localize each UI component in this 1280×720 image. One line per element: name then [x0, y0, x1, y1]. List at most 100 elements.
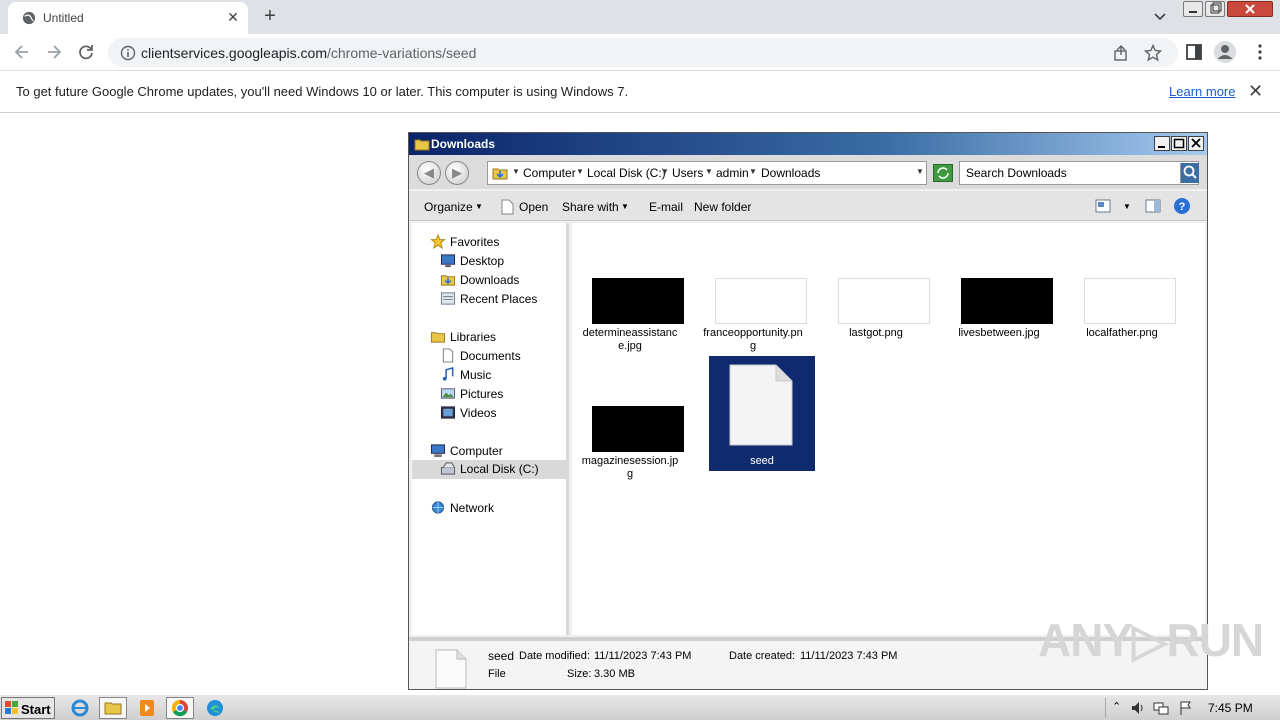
infobar-close-icon[interactable]: ✕: [1248, 81, 1264, 101]
downloads-folder-icon: [492, 168, 508, 180]
chevron-down-icon[interactable]: ▼: [621, 202, 629, 211]
file-item[interactable]: livesbetween.jpg: [949, 275, 1053, 389]
breadcrumb-separator[interactable]: ▼: [705, 167, 713, 176]
file-item[interactable]: magazinesession.jpg: [580, 403, 684, 517]
explorer-close-button[interactable]: [1188, 136, 1204, 151]
documents-icon: [442, 348, 454, 363]
restore-icon: [1210, 2, 1222, 14]
breadcrumb-users[interactable]: Users: [672, 166, 703, 180]
file-name: franceopportunity.png: [703, 327, 803, 352]
address-bar[interactable]: clientservices.googleapis.com/chrome-var…: [108, 38, 1178, 67]
browser-tab[interactable]: Untitled ✕: [8, 2, 248, 34]
system-clock[interactable]: 7:45 PM: [1208, 701, 1253, 715]
email-button[interactable]: E-mail: [649, 200, 683, 214]
explorer-minimize-button[interactable]: [1154, 136, 1170, 151]
taskbar-ie[interactable]: [66, 697, 94, 719]
help-icon[interactable]: ?: [1173, 197, 1191, 215]
learn-more-link[interactable]: Learn more: [1169, 84, 1235, 99]
show-hidden-icons[interactable]: ⌃: [1112, 700, 1121, 713]
image-thumbnail: [715, 278, 807, 324]
explorer-back-button[interactable]: ◀: [417, 161, 441, 185]
close-window-button[interactable]: [1227, 1, 1273, 17]
videos-icon: [440, 406, 456, 419]
explorer-titlebar[interactable]: Downloads: [409, 133, 1207, 155]
menu-kebab-icon[interactable]: [1250, 42, 1270, 62]
explorer-maximize-button[interactable]: [1171, 136, 1187, 151]
file-name: localfather.png: [1086, 327, 1158, 339]
ie-icon: [71, 699, 89, 717]
search-button[interactable]: [1180, 163, 1199, 183]
back-arrow-icon[interactable]: [12, 42, 32, 62]
tab-close-icon[interactable]: ✕: [226, 9, 240, 25]
bookmark-star-icon[interactable]: [1144, 44, 1162, 62]
nav-pictures-label: Pictures: [460, 387, 504, 401]
minimize-button[interactable]: [1183, 1, 1203, 17]
chevron-down-icon[interactable]: ▼: [1123, 202, 1131, 211]
file-item[interactable]: determineassistance.jpg: [580, 275, 684, 389]
share-with-menu[interactable]: Share with: [562, 200, 619, 214]
file-name: determineassistance.jpg: [582, 327, 678, 352]
share-icon[interactable]: [1112, 44, 1130, 62]
svg-text:?: ?: [1179, 201, 1186, 213]
breadcrumb-downloads[interactable]: Downloads: [761, 166, 820, 180]
file-item-seed[interactable]: seed: [709, 356, 815, 471]
new-tab-button[interactable]: +: [260, 5, 280, 27]
breadcrumb-separator[interactable]: ▼: [576, 167, 584, 176]
action-center-flag-icon[interactable]: [1178, 700, 1194, 716]
details-file-name: seed: [488, 649, 515, 663]
address-history-dropdown[interactable]: ▼: [916, 167, 924, 176]
new-folder-button[interactable]: New folder: [694, 200, 751, 214]
chevron-down-icon[interactable]: ▼: [475, 202, 483, 211]
volume-icon[interactable]: [1130, 700, 1146, 716]
profile-avatar-icon[interactable]: [1214, 41, 1236, 63]
chevron-down-icon[interactable]: [1152, 8, 1168, 24]
search-input[interactable]: Search Downloads: [959, 161, 1199, 185]
close-icon: [1191, 138, 1201, 148]
taskbar-edge[interactable]: [201, 697, 229, 719]
explorer-forward-button[interactable]: ▶: [445, 161, 469, 185]
reload-icon[interactable]: [76, 42, 96, 62]
forward-arrow-icon[interactable]: [44, 42, 64, 62]
breadcrumb-local-disk[interactable]: Local Disk (C:): [587, 166, 666, 180]
open-button[interactable]: Open: [519, 200, 548, 214]
nav-local-disk[interactable]: Local Disk (C:): [412, 460, 566, 479]
file-item[interactable]: lastgot.png: [826, 275, 930, 389]
network-tray-icon[interactable]: [1153, 700, 1169, 716]
file-list: determineassistance.jpg franceopportunit…: [572, 223, 1205, 635]
file-item[interactable]: localfather.png: [1072, 275, 1176, 389]
taskbar-chrome[interactable]: [166, 697, 194, 719]
refresh-button[interactable]: [933, 164, 953, 182]
folder-icon: [414, 139, 430, 151]
nav-videos-label: Videos: [460, 406, 497, 420]
side-panel-icon[interactable]: [1184, 42, 1204, 62]
breadcrumb-separator[interactable]: ▼: [749, 167, 757, 176]
media-player-icon: [140, 700, 154, 716]
image-thumbnail: [961, 278, 1053, 324]
anyrun-watermark: ANY▷RUN: [1038, 614, 1264, 666]
start-label: Start: [21, 702, 51, 717]
breadcrumb-computer[interactable]: Computer: [523, 166, 576, 180]
explorer-icon: [104, 702, 122, 715]
taskbar-media-player[interactable]: [133, 697, 161, 719]
forward-arrow-icon: ▶: [452, 165, 462, 180]
details-size-label: Size:: [567, 668, 592, 680]
taskbar-explorer[interactable]: [99, 697, 127, 719]
breadcrumb-separator[interactable]: ▼: [661, 167, 669, 176]
nav-recent-places-label: Recent Places: [460, 292, 538, 306]
view-options-icon[interactable]: [1095, 199, 1111, 213]
breadcrumb-admin[interactable]: admin: [716, 166, 749, 180]
music-icon: [442, 367, 454, 381]
restore-button[interactable]: [1205, 1, 1225, 17]
nav-music-label: Music: [460, 368, 492, 382]
browser-tab-strip: Untitled ✕ +: [0, 0, 1280, 34]
info-icon[interactable]: [120, 45, 136, 61]
breadcrumb[interactable]: ▼ Computer ▼ Local Disk (C:) ▼ Users ▼ a…: [487, 161, 927, 185]
update-infobar: To get future Google Chrome updates, you…: [0, 71, 1280, 113]
preview-pane-icon[interactable]: [1145, 198, 1161, 214]
breadcrumb-separator[interactable]: ▼: [512, 167, 520, 176]
start-button[interactable]: Start: [1, 697, 55, 719]
nav-computer-label: Computer: [450, 444, 503, 458]
organize-menu[interactable]: Organize: [424, 200, 473, 214]
libraries-icon: [430, 332, 446, 343]
chrome-icon: [171, 699, 188, 717]
